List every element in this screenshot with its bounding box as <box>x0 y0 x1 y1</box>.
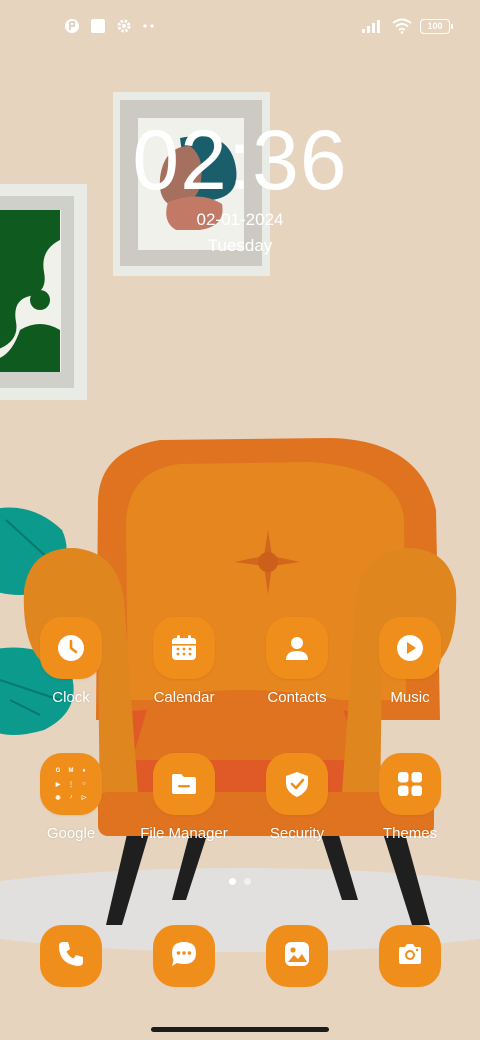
camera-icon <box>395 939 425 974</box>
app-themes[interactable]: Themes <box>355 753 465 842</box>
app-calendar[interactable]: Calendar <box>129 617 239 706</box>
grid-tiles-icon[interactable] <box>379 753 441 815</box>
app-google-folder[interactable]: G M ♦ ▶ ⋮ ○ ◉ ♪ ▷ Google <box>16 753 126 842</box>
contact-person-icon[interactable] <box>266 617 328 679</box>
phone-icon <box>56 939 86 974</box>
google-folder-grid: G M ♦ ▶ ⋮ ○ ◉ ♪ ▷ <box>53 766 89 802</box>
page-dot[interactable] <box>244 878 251 885</box>
folder-app-glyph: ○ <box>82 781 86 787</box>
folder-app-glyph: ♪ <box>69 794 73 800</box>
app-label: Clock <box>52 689 90 706</box>
clock-day: Tuesday <box>207 236 273 255</box>
app-label: Google <box>46 825 96 842</box>
app-contacts[interactable]: Contacts <box>242 617 352 706</box>
dock-messages-button[interactable] <box>153 925 215 987</box>
gesture-navigation-handle[interactable] <box>151 1027 329 1032</box>
dock-camera-button[interactable] <box>379 925 441 987</box>
wifi-icon <box>392 18 412 34</box>
signal-icon <box>362 19 384 33</box>
app-label: Themes <box>382 825 438 842</box>
home-screen: 100 02:36 02-01-2024 Tuesday Clock Calen… <box>0 0 480 1040</box>
google-folder-icon[interactable]: G M ♦ ▶ ⋮ ○ ◉ ♪ ▷ <box>40 753 102 815</box>
clock-date[interactable]: 02-01-2024 <box>0 209 480 231</box>
app-clock[interactable]: Clock <box>16 617 126 706</box>
folder-app-glyph: ♦ <box>82 768 86 774</box>
page-indicator <box>0 878 480 885</box>
folder-app-glyph: G <box>55 768 61 774</box>
app-security[interactable]: Security <box>242 753 352 842</box>
battery-indicator: 100 <box>420 18 453 34</box>
clock-time[interactable]: 02:36 <box>0 112 480 208</box>
app-label: Calendar <box>153 689 215 706</box>
app-music[interactable]: Music <box>355 617 465 706</box>
status-bar-notifications <box>64 18 156 34</box>
folder-app-glyph: M <box>68 768 74 774</box>
dock-gallery-button[interactable] <box>266 925 328 987</box>
settings-gear-icon <box>116 18 132 34</box>
page-dot-active[interactable] <box>229 878 236 885</box>
square-notification-icon <box>90 18 106 34</box>
calendar-icon[interactable] <box>153 617 215 679</box>
folder-app-glyph: ▶ <box>55 781 61 788</box>
app-file-manager[interactable]: File Manager <box>129 753 239 842</box>
app-label: File Manager <box>140 825 228 842</box>
play-circle-icon[interactable] <box>379 617 441 679</box>
app-label: Security <box>269 825 325 842</box>
app-label: Contacts <box>267 689 327 706</box>
folder-app-glyph: ⋮ <box>68 781 74 788</box>
app-notification-icon <box>64 18 80 34</box>
status-bar-system: 100 <box>362 18 453 34</box>
battery-level: 100 <box>427 20 443 31</box>
shield-check-icon[interactable] <box>266 753 328 815</box>
status-bar: 100 <box>0 0 480 56</box>
messages-icon <box>169 939 199 974</box>
more-dots-icon <box>142 23 156 29</box>
folder-app-glyph: ◉ <box>55 794 61 801</box>
clock-icon[interactable] <box>40 617 102 679</box>
folder-icon[interactable] <box>153 753 215 815</box>
app-label: Music <box>390 689 430 706</box>
folder-app-glyph: ▷ <box>81 794 87 801</box>
dock-phone-button[interactable] <box>40 925 102 987</box>
gallery-icon <box>282 939 312 974</box>
